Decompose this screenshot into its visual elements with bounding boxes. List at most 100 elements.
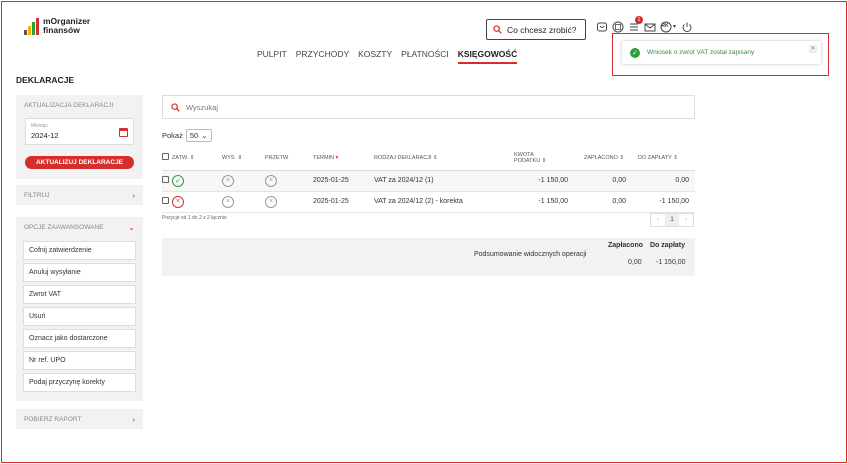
declarations-table: ZATW. ⇕ WYS. ⇕ PRZETW TERMIN ▾ RODZAJ DE… <box>162 146 695 213</box>
chevron-down-icon: ▾ <box>672 24 676 30</box>
next-page-button[interactable]: › <box>679 214 693 226</box>
chevron-right-icon: › <box>132 190 135 200</box>
option-oznacz-dostarczone[interactable]: Oznacz jako dostarczone <box>23 329 136 348</box>
table-row[interactable]: × × × 2025-01-25 VAT za 2024/12 (2) - ko… <box>162 191 695 213</box>
nav-item-koszty[interactable]: KOSZTY <box>358 49 392 64</box>
select-all-checkbox[interactable] <box>162 153 169 161</box>
chevron-down-icon: ⌄ <box>128 222 135 232</box>
option-przyczyna-korekty[interactable]: Podaj przyczynę korekty <box>23 373 136 392</box>
option-anuluj-wysylanie[interactable]: Anuluj wysyłanie <box>23 263 136 282</box>
logo-bars-icon <box>24 17 39 35</box>
global-search-button[interactable]: Co chcesz zrobić? <box>486 19 586 40</box>
month-label: Miesiąc <box>31 123 48 129</box>
update-declarations-button[interactable]: AKTUALIZUJ DEKLARACJE <box>25 156 134 169</box>
row-paid: 0,00 <box>574 170 632 192</box>
advanced-options-header[interactable]: OPCJE ZAAWANSOWANE ⌄ <box>16 217 143 237</box>
option-zwrot-vat[interactable]: Zwrot VAT <box>23 285 136 304</box>
not-sent-icon: × <box>222 195 234 208</box>
col-sent[interactable]: WYS. ⇕ <box>222 146 265 171</box>
col-amount-line2: PODATKU <box>514 157 541 164</box>
col-to-pay[interactable]: DO ZAPŁATY ⇕ <box>632 146 695 171</box>
page-size-value: 50 <box>189 131 199 140</box>
col-due[interactable]: TERMIN ▾ <box>313 146 374 171</box>
prev-page-button[interactable]: ‹ <box>651 214 665 226</box>
update-panel-title: AKTUALIZACJA DEKLARACJI <box>24 101 114 109</box>
page-size-select[interactable]: 50 ⌄ <box>185 129 212 142</box>
phone-icon[interactable] <box>595 20 608 33</box>
advanced-title: OPCJE ZAAWANSOWANE <box>24 223 104 231</box>
logo-text: mOrganizer finansów <box>43 17 90 35</box>
option-nr-ref-upo[interactable]: Nr ref. UPO <box>23 351 136 370</box>
pagination-info: Pozycje od 1 do 2 z 2 łącznie <box>162 215 227 221</box>
col-approved[interactable]: ZATW. ⇕ <box>172 146 222 171</box>
user-initials: RK <box>661 23 669 29</box>
advanced-options-panel: OPCJE ZAAWANSOWANE ⌄ Cofnij zatwierdzenie… <box>16 217 143 401</box>
nav-item-pulpit[interactable]: PULPIT <box>257 49 287 64</box>
row-checkbox[interactable] <box>162 176 169 183</box>
close-icon[interactable]: × <box>809 45 817 53</box>
option-usun[interactable]: Usuń <box>23 307 136 326</box>
task-list-icon[interactable]: 1 <box>627 16 643 33</box>
page-title: DEKLARACJE <box>16 75 75 85</box>
report-title: POBIERZ RAPORT <box>24 415 82 423</box>
row-to-pay: -1 150,00 <box>632 191 695 213</box>
rejected-x-icon: × <box>172 195 184 208</box>
table-search-placeholder: Wyszukaj <box>186 102 219 112</box>
summary-label: Podsumowanie widocznych operacji <box>474 251 587 258</box>
toast-message: Wniosek o zwrot VAT został zapisany <box>647 49 755 56</box>
report-panel[interactable]: POBIERZ RAPORT › <box>16 409 143 429</box>
main-nav: PULPIT PRZYCHODY KOSZTY PŁATNOŚCI KSIĘGO… <box>257 49 518 64</box>
table-header-row: ZATW. ⇕ WYS. ⇕ PRZETW TERMIN ▾ RODZAJ DE… <box>162 146 695 171</box>
row-due: 2025-01-25 <box>313 191 374 213</box>
nav-item-ksiegowosc[interactable]: KSIĘGOWOŚĆ <box>457 49 518 64</box>
table-search-input[interactable]: Wyszukaj <box>162 95 695 119</box>
pagination: ‹ 1 › <box>650 213 694 227</box>
row-paid: 0,00 <box>574 191 632 213</box>
notification-badge: 1 <box>635 16 643 24</box>
row-checkbox[interactable] <box>162 197 169 204</box>
power-icon[interactable] <box>680 20 693 33</box>
month-field[interactable]: Miesiąc 2024-12 <box>25 118 134 145</box>
page-size-control: Pokaż 50 ⌄ <box>162 129 212 142</box>
col-type[interactable]: RODZAJ DEKLARACJI ⇕ <box>374 146 514 171</box>
summary-to-pay-header: Do zapłaty <box>650 242 686 249</box>
global-search-label: Co chcesz zrobić? <box>507 24 577 35</box>
summary-paid-header: Zapłacono <box>608 242 644 249</box>
mail-icon[interactable] <box>643 20 656 33</box>
row-amount: -1 150,00 <box>514 191 574 213</box>
app-logo[interactable]: mOrganizer finansów <box>24 17 90 35</box>
row-type: VAT za 2024/12 (2) - korekta <box>374 191 514 213</box>
option-cofnij-zatwierdzenie[interactable]: Cofnij zatwierdzenie <box>23 241 136 260</box>
user-avatar[interactable]: RK ▾ <box>659 20 677 33</box>
calendar-icon[interactable] <box>119 128 128 137</box>
col-amount[interactable]: KWOTA PODATKU ⇕ <box>514 146 574 171</box>
table-row[interactable]: ✓ × × 2025-01-25 VAT za 2024/12 (1) -1 1… <box>162 170 695 192</box>
update-declarations-panel: AKTUALIZACJA DEKLARACJI Miesiąc 2024-12 … <box>16 95 143 179</box>
page-1-button[interactable]: 1 <box>665 214 679 226</box>
filter-title: FILTRUJ <box>24 191 50 199</box>
not-sent-icon: × <box>222 174 234 187</box>
advanced-options-list: Cofnij zatwierdzenie Anuluj wysyłanie Zw… <box>16 237 143 401</box>
filter-panel[interactable]: FILTRUJ › <box>16 185 143 205</box>
nav-item-platnosci[interactable]: PŁATNOŚCI <box>401 49 449 64</box>
col-late[interactable]: PRZETW <box>265 146 313 171</box>
summary-paid-value: 0,00 <box>628 259 642 266</box>
success-toast: ✓ Wniosek o zwrot VAT został zapisany × <box>622 41 821 64</box>
row-type: VAT za 2024/12 (1) <box>374 170 514 192</box>
top-toolbar: 1 RK ▾ <box>595 16 693 33</box>
page-size-label: Pokaż <box>162 131 183 140</box>
not-processed-icon: × <box>265 174 277 187</box>
row-amount: -1 150,00 <box>514 170 574 192</box>
sort-desc-icon: ▾ <box>335 154 339 161</box>
row-due: 2025-01-25 <box>313 170 374 192</box>
approved-check-icon: ✓ <box>172 174 184 187</box>
col-paid[interactable]: ZAPŁACONO ⇕ <box>574 146 632 171</box>
summary-to-pay-value: -1 150,00 <box>656 259 686 266</box>
update-panel-body: Miesiąc 2024-12 AKTUALIZUJ DEKLARACJE <box>16 115 143 179</box>
chevron-right-icon: › <box>132 414 135 424</box>
row-to-pay: 0,00 <box>632 170 695 192</box>
chevron-down-icon: ⌄ <box>201 131 208 140</box>
calculator-icon[interactable] <box>611 20 624 33</box>
update-panel-header: AKTUALIZACJA DEKLARACJI <box>16 95 143 115</box>
nav-item-przychody[interactable]: PRZYCHODY <box>296 49 349 64</box>
